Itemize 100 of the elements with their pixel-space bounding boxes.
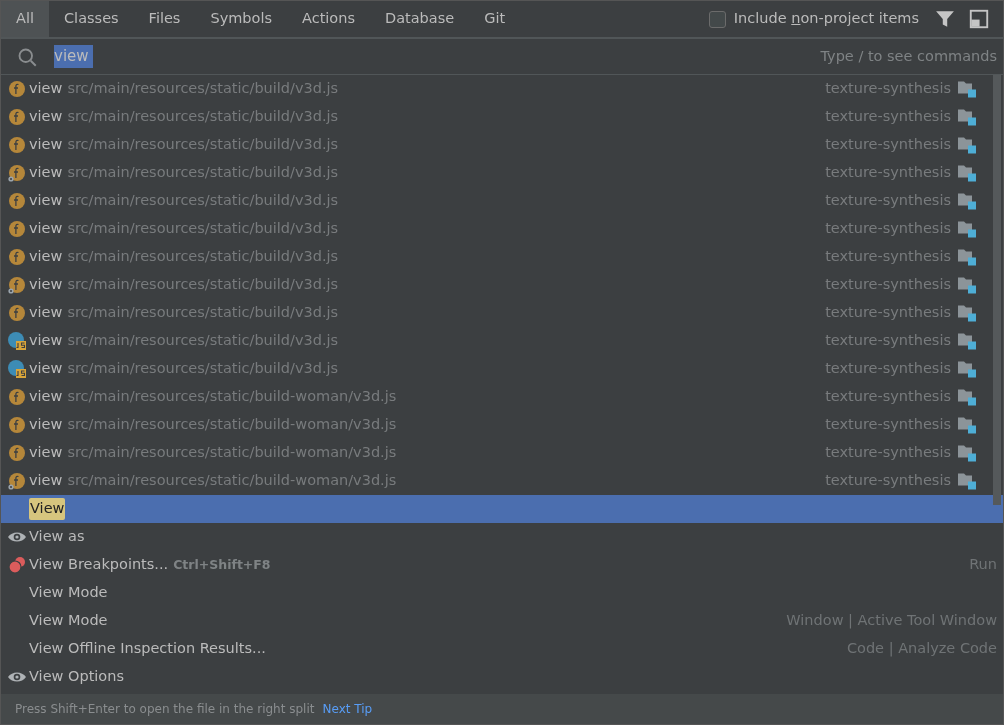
module-icon — [957, 247, 977, 267]
file-path: src/main/resources/static/build-woman/v3d.js — [67, 387, 397, 407]
module-icon — [957, 163, 977, 183]
file-path: src/main/resources/static/build/v3d.js — [67, 359, 339, 379]
result-name: view — [29, 303, 63, 323]
module-icon — [957, 415, 977, 435]
function-icon — [7, 387, 27, 407]
search-result[interactable]: view src/main/resources/static/build-woman/v3d.js texture-synthesis — [1, 383, 1003, 411]
scrollbar-thumb[interactable] — [993, 75, 1001, 505]
search-result[interactable]: view src/main/resources/static/build-woman/v3d.js texture-synthesis — [1, 439, 1003, 467]
project-name: texture-synthesis — [825, 107, 951, 127]
file-path: src/main/resources/static/build-woman/v3d.js — [67, 415, 397, 435]
function-icon — [7, 471, 27, 491]
function-icon — [7, 107, 27, 127]
file-path: src/main/resources/static/build/v3d.js — [67, 331, 339, 351]
project-name: texture-synthesis — [825, 471, 951, 491]
tab[interactable]: Git — [469, 1, 521, 37]
search-icon — [17, 46, 37, 67]
search-result[interactable]: view src/main/resources/static/build-woman/v3d.js texture-synthesis — [1, 411, 1003, 439]
checkbox[interactable] — [708, 10, 726, 28]
file-path: src/main/resources/static/build/v3d.js — [67, 303, 339, 323]
module-icon — [957, 303, 977, 323]
action-name: View Breakpoints... — [29, 555, 169, 575]
file-path: src/main/resources/static/build/v3d.js — [67, 135, 339, 155]
function-icon — [7, 191, 27, 211]
checkbox-label[interactable]: Include non-project items — [733, 8, 919, 30]
action-item[interactable]: View — [1, 495, 1003, 523]
project-name: texture-synthesis — [825, 247, 951, 267]
tab[interactable]: Files — [133, 1, 196, 37]
breakpoints-icon — [7, 555, 27, 575]
module-icon — [957, 359, 977, 379]
javascript-icon — [7, 331, 27, 351]
search-result[interactable]: view src/main/resources/static/build/v3d.js texture-synthesis — [1, 271, 1003, 299]
project-name: texture-synthesis — [825, 331, 951, 351]
result-name: view — [29, 219, 63, 239]
search-result[interactable]: view src/main/resources/static/build/v3d.js texture-synthesis — [1, 75, 1003, 103]
search-result[interactable]: view src/main/resources/static/build-woman/v3d.js texture-synthesis — [1, 467, 1003, 495]
project-name: texture-synthesis — [825, 163, 951, 183]
search-result[interactable]: view src/main/resources/static/build/v3d.js texture-synthesis — [1, 327, 1003, 355]
window-icon[interactable] — [969, 9, 989, 29]
project-name: texture-synthesis — [825, 79, 951, 99]
function-icon — [7, 443, 27, 463]
result-name: view — [29, 191, 63, 211]
action-name: View — [29, 498, 66, 520]
function-icon — [7, 219, 27, 239]
module-icon — [957, 219, 977, 239]
action-item[interactable]: View as — [1, 523, 1003, 551]
action-name: View Mode — [29, 611, 108, 631]
project-name: texture-synthesis — [825, 303, 951, 323]
module-icon — [957, 79, 977, 99]
module-icon — [957, 107, 977, 127]
search-result[interactable]: view src/main/resources/static/build/v3d.js texture-synthesis — [1, 103, 1003, 131]
action-name: View Options — [29, 667, 124, 687]
search-result[interactable]: view src/main/resources/static/build/v3d.js texture-synthesis — [1, 187, 1003, 215]
filter-icon[interactable] — [935, 9, 955, 29]
search-result[interactable]: view src/main/resources/static/build/v3d.js texture-synthesis — [1, 299, 1003, 327]
project-name: texture-synthesis — [825, 359, 951, 379]
module-icon — [957, 275, 977, 295]
shortcut: Ctrl+Shift+F8 — [173, 555, 271, 574]
tab[interactable]: Symbols — [195, 1, 287, 37]
project-name: texture-synthesis — [825, 415, 951, 435]
function-icon — [7, 303, 27, 323]
file-path: src/main/resources/static/build/v3d.js — [67, 191, 339, 211]
function-icon — [7, 163, 27, 183]
project-name: texture-synthesis — [825, 219, 951, 239]
tab[interactable]: Actions — [287, 1, 370, 37]
project-name: texture-synthesis — [825, 387, 951, 407]
result-name: view — [29, 107, 63, 127]
function-icon — [7, 275, 27, 295]
function-icon — [7, 135, 27, 155]
tab[interactable]: Database — [370, 1, 470, 37]
next-tip-link[interactable]: Next Tip — [322, 700, 373, 718]
action-name: View Mode — [29, 583, 108, 603]
module-icon — [957, 471, 977, 491]
file-path: src/main/resources/static/build-woman/v3d.js — [67, 471, 397, 491]
result-name: view — [29, 275, 63, 295]
function-icon — [7, 415, 27, 435]
module-icon — [957, 135, 977, 155]
search-result[interactable]: view src/main/resources/static/build/v3d.js texture-synthesis — [1, 355, 1003, 383]
file-path: src/main/resources/static/build/v3d.js — [67, 107, 339, 127]
file-path: src/main/resources/static/build-woman/v3d.js — [67, 443, 397, 463]
result-name: view — [29, 247, 63, 267]
project-name: texture-synthesis — [825, 275, 951, 295]
action-item[interactable]: View Mode — [1, 579, 1003, 607]
result-name: view — [29, 359, 63, 379]
search-result[interactable]: view src/main/resources/static/build/v3d.js texture-synthesis — [1, 215, 1003, 243]
project-name: texture-synthesis — [825, 135, 951, 155]
tab[interactable]: Classes — [49, 1, 134, 37]
project-name: texture-synthesis — [825, 191, 951, 211]
search-result[interactable]: view src/main/resources/static/build/v3d.js texture-synthesis — [1, 131, 1003, 159]
search-result[interactable]: view src/main/resources/static/build/v3d.js texture-synthesis — [1, 243, 1003, 271]
function-icon — [7, 247, 27, 267]
action-item[interactable]: View Options — [1, 663, 1003, 691]
tab[interactable]: All — [1, 1, 49, 37]
result-name: view — [29, 135, 63, 155]
action-name: View as — [29, 527, 85, 547]
module-icon — [957, 443, 977, 463]
result-name: view — [29, 443, 63, 463]
result-name: view — [29, 415, 63, 435]
search-result[interactable]: view src/main/resources/static/build/v3d.js texture-synthesis — [1, 159, 1003, 187]
